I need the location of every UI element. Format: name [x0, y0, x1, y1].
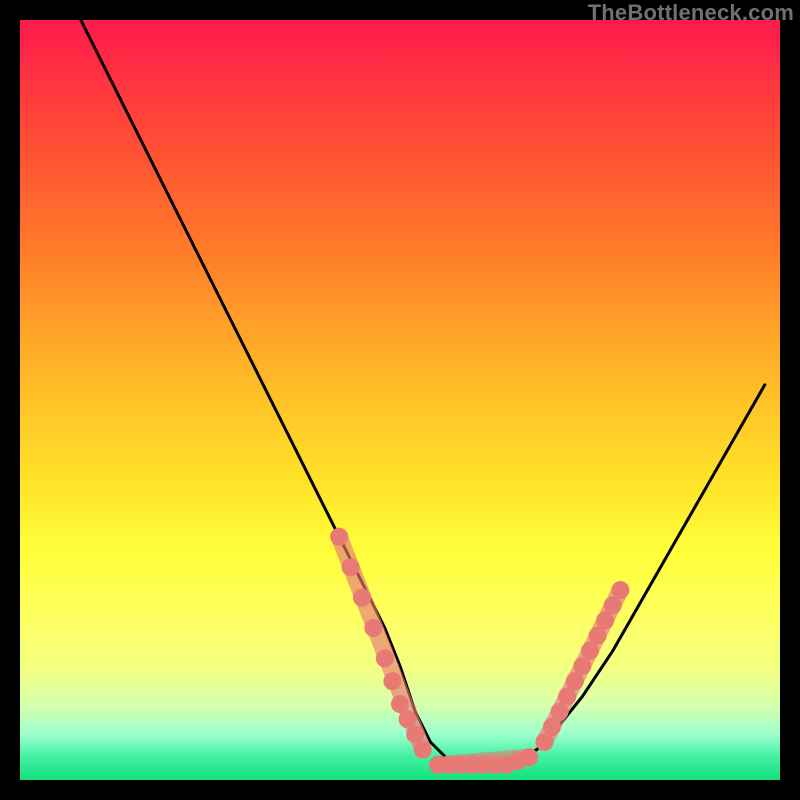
- bead-marker: [521, 749, 538, 766]
- bottleneck-curve: [81, 20, 765, 765]
- bead-marker: [536, 734, 553, 751]
- outer-black-frame: [0, 0, 800, 800]
- bead-marker: [441, 756, 458, 773]
- bead-marker: [430, 756, 447, 773]
- bead-marker: [559, 688, 576, 705]
- bead-marker: [487, 756, 504, 773]
- watermark-text: TheBottleneck.com: [588, 0, 794, 26]
- bead-marker: [544, 718, 561, 735]
- bead-marker: [464, 756, 481, 773]
- bead-marker: [574, 658, 591, 675]
- bead-marker: [597, 612, 614, 629]
- bead-marker: [365, 620, 382, 637]
- plot-area: [20, 20, 780, 780]
- bead-marker: [604, 597, 621, 614]
- bead-marker: [376, 650, 393, 667]
- curve-svg: [20, 20, 780, 780]
- bead-marker: [612, 582, 629, 599]
- bead-marker: [384, 673, 401, 690]
- bead-marker: [452, 756, 469, 773]
- bead-marker: [566, 673, 583, 690]
- bead-marker: [392, 696, 409, 713]
- markers-group: [331, 528, 629, 773]
- curve-path: [81, 20, 765, 765]
- bead-marker: [354, 589, 371, 606]
- bead-marker: [589, 627, 606, 644]
- bead-marker: [342, 559, 359, 576]
- bead-marker: [551, 703, 568, 720]
- chart-container: TheBottleneck.com: [0, 0, 800, 800]
- bead-marker: [582, 642, 599, 659]
- bead-marker: [331, 528, 348, 545]
- bead-connector: [339, 537, 423, 750]
- bead-marker: [399, 711, 416, 728]
- bead-marker: [407, 726, 424, 743]
- bead-marker: [498, 756, 515, 773]
- bead-marker: [509, 753, 526, 770]
- bead-marker: [475, 756, 492, 773]
- bead-connector: [438, 757, 529, 765]
- bead-connector: [544, 590, 620, 742]
- bead-marker: [414, 741, 431, 758]
